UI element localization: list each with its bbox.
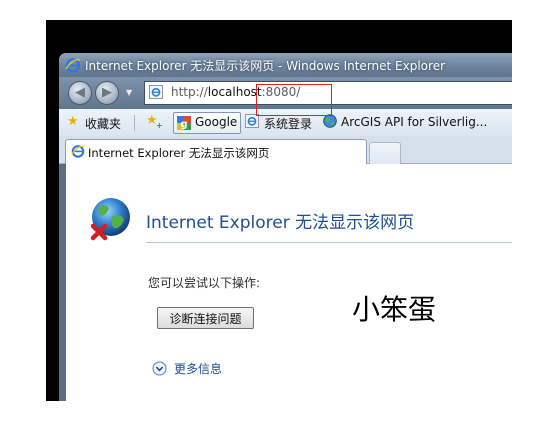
favorites-button[interactable]: 收藏夹 — [85, 115, 121, 132]
diagnose-connection-button[interactable]: 诊断连接问题 — [157, 307, 254, 329]
favorite-arcgis[interactable]: ArcGIS API for Silverlig... — [341, 115, 487, 129]
error-globe-icon — [90, 198, 130, 241]
error-page-content: Internet Explorer 无法显示该网页 您可以尝试以下操作: 诊断连… — [66, 164, 512, 401]
favorites-star-icon: ★ — [67, 114, 79, 129]
error-heading: Internet Explorer 无法显示该网页 — [146, 213, 415, 233]
arcgis-globe-icon — [323, 114, 337, 128]
favorites-separator — [134, 115, 135, 131]
ie-logo-icon — [65, 58, 81, 73]
add-plus-icon: + — [156, 121, 163, 130]
google-icon: g — [177, 116, 191, 130]
window-title: Internet Explorer 无法显示该网页 - Windows Inte… — [85, 59, 446, 73]
suggestion-text: 您可以尝试以下操作: — [148, 276, 261, 290]
expand-chevron-icon — [152, 361, 167, 376]
tab-error-page[interactable]: Internet Explorer 无法显示该网页 — [65, 139, 367, 164]
forward-button[interactable]: ▶ — [95, 81, 119, 105]
heading-divider — [146, 242, 512, 243]
back-arrow-icon: ◀ — [75, 85, 85, 100]
new-tab-button[interactable] — [369, 142, 401, 164]
favorite-google[interactable]: g Google — [173, 112, 241, 134]
title-bar: Internet Explorer 无法显示该网页 - Windows Inte… — [59, 53, 512, 77]
url-prefix: http:// — [171, 85, 208, 99]
highlight-box — [256, 84, 332, 116]
favorite-login[interactable]: 系统登录 — [264, 115, 312, 132]
more-info-label: 更多信息 — [174, 362, 223, 376]
ie-page-icon — [245, 114, 259, 128]
back-button[interactable]: ◀ — [68, 81, 92, 105]
forward-arrow-icon: ▶ — [102, 85, 112, 100]
svg-text:g: g — [180, 119, 187, 130]
tab-label: Internet Explorer 无法显示该网页 — [88, 146, 270, 160]
tab-ie-icon — [71, 145, 85, 158]
url-host: localhost — [207, 85, 262, 99]
tab-bar: Internet Explorer 无法显示该网页 — [59, 136, 512, 164]
history-dropdown-icon[interactable]: ▼ — [126, 88, 132, 97]
favorite-google-label: Google — [195, 115, 238, 129]
page-icon — [149, 85, 163, 99]
handwritten-annotation: 小笨蛋 — [352, 293, 437, 326]
